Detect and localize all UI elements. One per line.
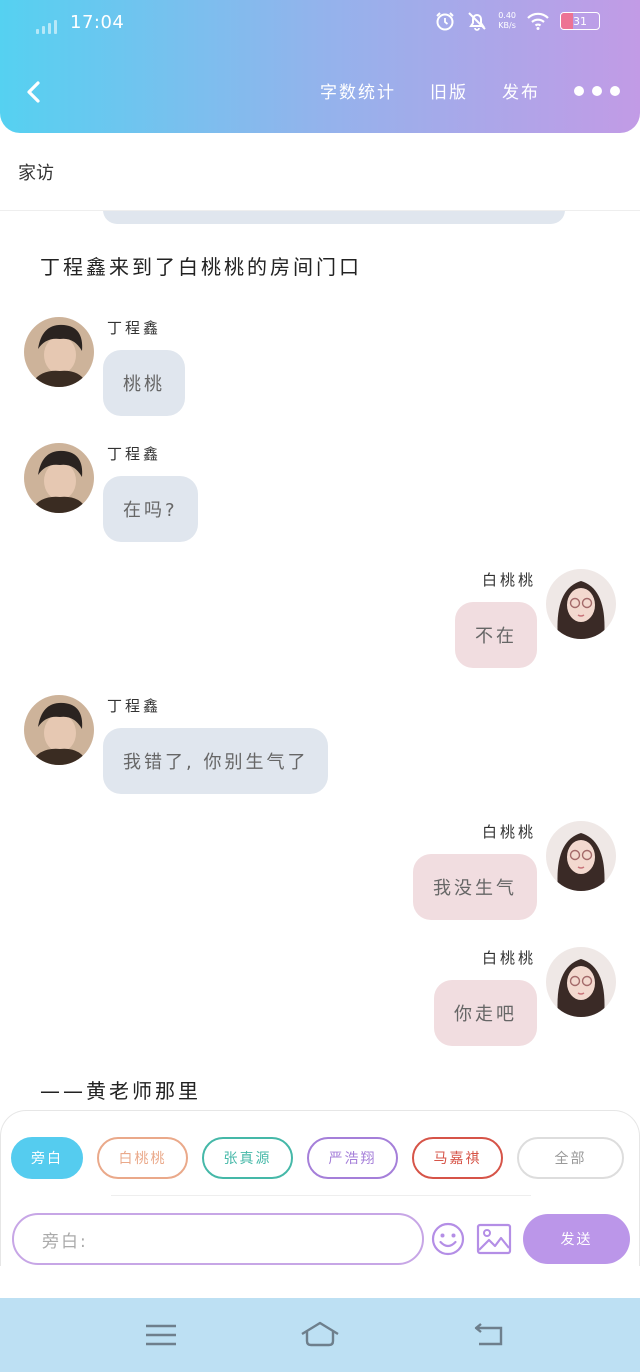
send-button[interactable]: 发送 — [523, 1214, 630, 1264]
emoji-icon[interactable] — [430, 1221, 466, 1257]
previous-bubble — [103, 211, 565, 224]
role-chip-zhang-zhenyuan[interactable]: 张真源 — [202, 1137, 293, 1179]
avatar[interactable] — [546, 821, 616, 891]
sender-name: 丁程鑫 — [107, 319, 162, 337]
sender-name: 白桃桃 — [481, 949, 536, 967]
menu-icon[interactable] — [141, 1320, 181, 1350]
publish-button[interactable]: 发布 — [502, 78, 540, 103]
composer-panel: 旁白 白桃桃 张真源 严浩翔 马嘉祺 全部 旁白: 发送 — [0, 1110, 640, 1266]
role-selector: 旁白 白桃桃 张真源 严浩翔 马嘉祺 全部 — [11, 1137, 624, 1179]
role-chip-bai-taotao[interactable]: 白桃桃 — [97, 1137, 188, 1179]
battery-percent: 31 — [573, 14, 587, 28]
message-bubble[interactable]: 在吗? — [103, 476, 198, 542]
title-bar: 家访 — [0, 133, 640, 211]
old-version-button[interactable]: 旧版 — [430, 78, 468, 103]
battery-icon: 31 — [560, 12, 600, 30]
sender-name: 白桃桃 — [481, 823, 536, 841]
sender-name: 丁程鑫 — [107, 697, 162, 715]
message-bubble[interactable]: 我错了, 你别生气了 — [103, 728, 329, 794]
avatar[interactable] — [24, 443, 94, 513]
avatar[interactable] — [546, 947, 616, 1017]
word-count-button[interactable]: 字数统计 — [320, 78, 396, 103]
system-nav-bar — [0, 1298, 640, 1372]
status-bar: 17:04 0.40 KB/s 31 — [0, 0, 640, 48]
network-speed-unit: KB/s — [498, 21, 516, 30]
network-speed: 0.40 KB/s — [498, 11, 516, 31]
chat-area[interactable]: 丁程鑫来到了白桃桃的房间门口 丁程鑫 桃桃 丁程鑫 在吗? 白桃桃 不在 丁程鑫… — [0, 211, 640, 1111]
message-bubble[interactable]: 不在 — [455, 602, 537, 668]
message-bubble[interactable]: 桃桃 — [103, 350, 185, 416]
page-title: 家访 — [18, 163, 54, 184]
divider — [111, 1195, 531, 1196]
role-chip-yan-haoxiang[interactable]: 严浩翔 — [307, 1137, 398, 1179]
alarm-icon — [436, 12, 454, 31]
message-bubble[interactable]: 你走吧 — [434, 980, 537, 1046]
sender-name: 白桃桃 — [481, 571, 536, 589]
message-bubble[interactable]: 我没生气 — [413, 854, 537, 920]
role-chip-narration[interactable]: 旁白 — [11, 1137, 83, 1179]
message-input[interactable]: 旁白: — [12, 1213, 424, 1265]
avatar[interactable] — [24, 317, 94, 387]
wifi-icon — [527, 12, 549, 30]
battery-level-fill — [561, 13, 573, 29]
narration-text: ——黄老师那里 — [40, 1079, 201, 1103]
narration-text: 丁程鑫来到了白桃桃的房间门口 — [40, 255, 362, 279]
nav-row: 字数统计 旧版 发布 — [0, 64, 640, 120]
avatar[interactable] — [546, 569, 616, 639]
header-actions: 字数统计 旧版 发布 — [320, 78, 620, 103]
back-icon[interactable] — [469, 1320, 509, 1350]
status-icons: 0.40 KB/s 31 — [434, 10, 600, 32]
chevron-left-icon[interactable] — [20, 78, 48, 106]
home-icon[interactable] — [298, 1320, 342, 1350]
avatar[interactable] — [24, 695, 94, 765]
role-chip-ma-jiaqi[interactable]: 马嘉祺 — [412, 1137, 503, 1179]
status-time: 17:04 — [70, 12, 125, 33]
app-header: 17:04 0.40 KB/s 31 字数统计 旧版 发布 — [0, 0, 640, 133]
image-icon[interactable] — [476, 1223, 512, 1255]
signal-icon — [36, 20, 57, 34]
role-chip-all[interactable]: 全部 — [517, 1137, 624, 1179]
bell-off-icon — [468, 12, 486, 31]
sender-name: 丁程鑫 — [107, 445, 162, 463]
more-dots-icon[interactable] — [574, 85, 620, 96]
network-speed-value: 0.40 — [498, 11, 516, 20]
